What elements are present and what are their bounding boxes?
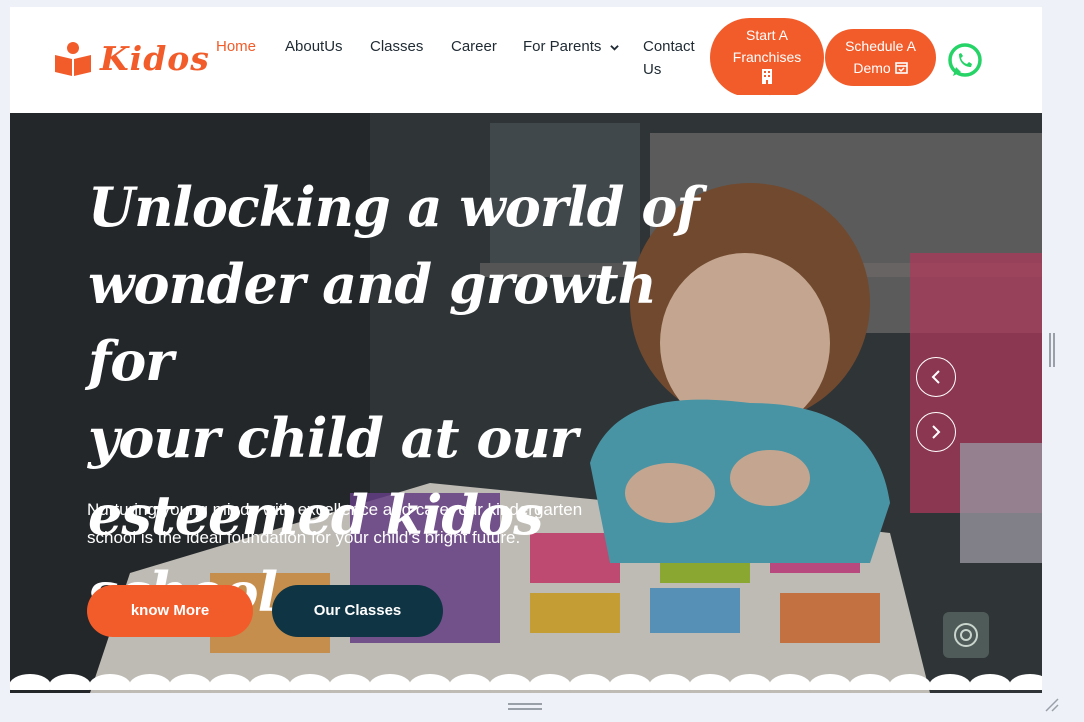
hero-subtext-line1: Nurturing young minds with excellence an… <box>87 500 583 519</box>
know-more-button[interactable]: know More <box>87 585 253 637</box>
chat-widget[interactable] <box>943 612 989 658</box>
nav-career[interactable]: Career <box>451 35 497 58</box>
nav-contact-line1: Contact <box>643 38 695 55</box>
hero-bottom-scallop <box>10 674 1042 690</box>
nav-for-parents-label: For Parents <box>523 38 602 55</box>
building-icon <box>762 69 772 84</box>
schedule-demo-button[interactable]: Schedule A Demo <box>825 29 936 86</box>
franchise-label-2: Franchises <box>732 49 802 65</box>
our-classes-button[interactable]: Our Classes <box>272 585 443 637</box>
chevron-right-icon <box>932 425 941 439</box>
headline-line-2: wonder and growth for <box>88 252 657 393</box>
demo-label-1: Schedule A <box>845 38 916 54</box>
whatsapp-icon[interactable] <box>946 42 984 80</box>
hero-subtext: Nurturing young minds with excellence an… <box>87 496 657 552</box>
chevron-down-icon <box>609 44 619 51</box>
logo[interactable]: Kidos <box>54 39 210 78</box>
slider-prev-button[interactable] <box>916 357 956 397</box>
horizontal-scroll-handle[interactable] <box>508 703 542 711</box>
headline-line-1: Unlocking a world of <box>88 175 700 239</box>
vertical-scroll-handle[interactable] <box>1049 333 1055 367</box>
hero-subtext-line2: school is the ideal foundation for your … <box>87 528 521 547</box>
chat-widget-icon <box>954 623 978 647</box>
calendar-check-icon <box>894 62 908 74</box>
header-scallop-border <box>10 95 1042 111</box>
start-franchise-button[interactable]: Start A Franchises <box>710 18 824 97</box>
chevron-left-icon <box>931 370 940 384</box>
nav-contact-line2: Us <box>643 61 662 78</box>
demo-label-2: Demo <box>853 60 891 76</box>
nav-about[interactable]: AboutUs <box>285 35 343 58</box>
nav-classes[interactable]: Classes <box>370 35 423 58</box>
franchise-label-1: Start A <box>745 27 789 43</box>
brand-name: Kidos <box>100 39 210 78</box>
nav-contact[interactable]: Contact Us <box>643 35 695 81</box>
headline-line-3: your child at our <box>88 406 578 470</box>
slider-next-button[interactable] <box>916 412 956 452</box>
hero-banner: Unlocking a world of wonder and growth f… <box>10 103 1042 693</box>
browser-viewport: Kidos Home AboutUs Classes Career For Pa… <box>10 7 1042 693</box>
resize-grip-icon[interactable] <box>1044 697 1060 713</box>
nav-for-parents[interactable]: For Parents <box>523 35 619 58</box>
hero-headline: Unlocking a world of wonder and growth f… <box>88 169 708 631</box>
book-reader-icon <box>55 41 91 76</box>
nav-home[interactable]: Home <box>216 35 256 58</box>
